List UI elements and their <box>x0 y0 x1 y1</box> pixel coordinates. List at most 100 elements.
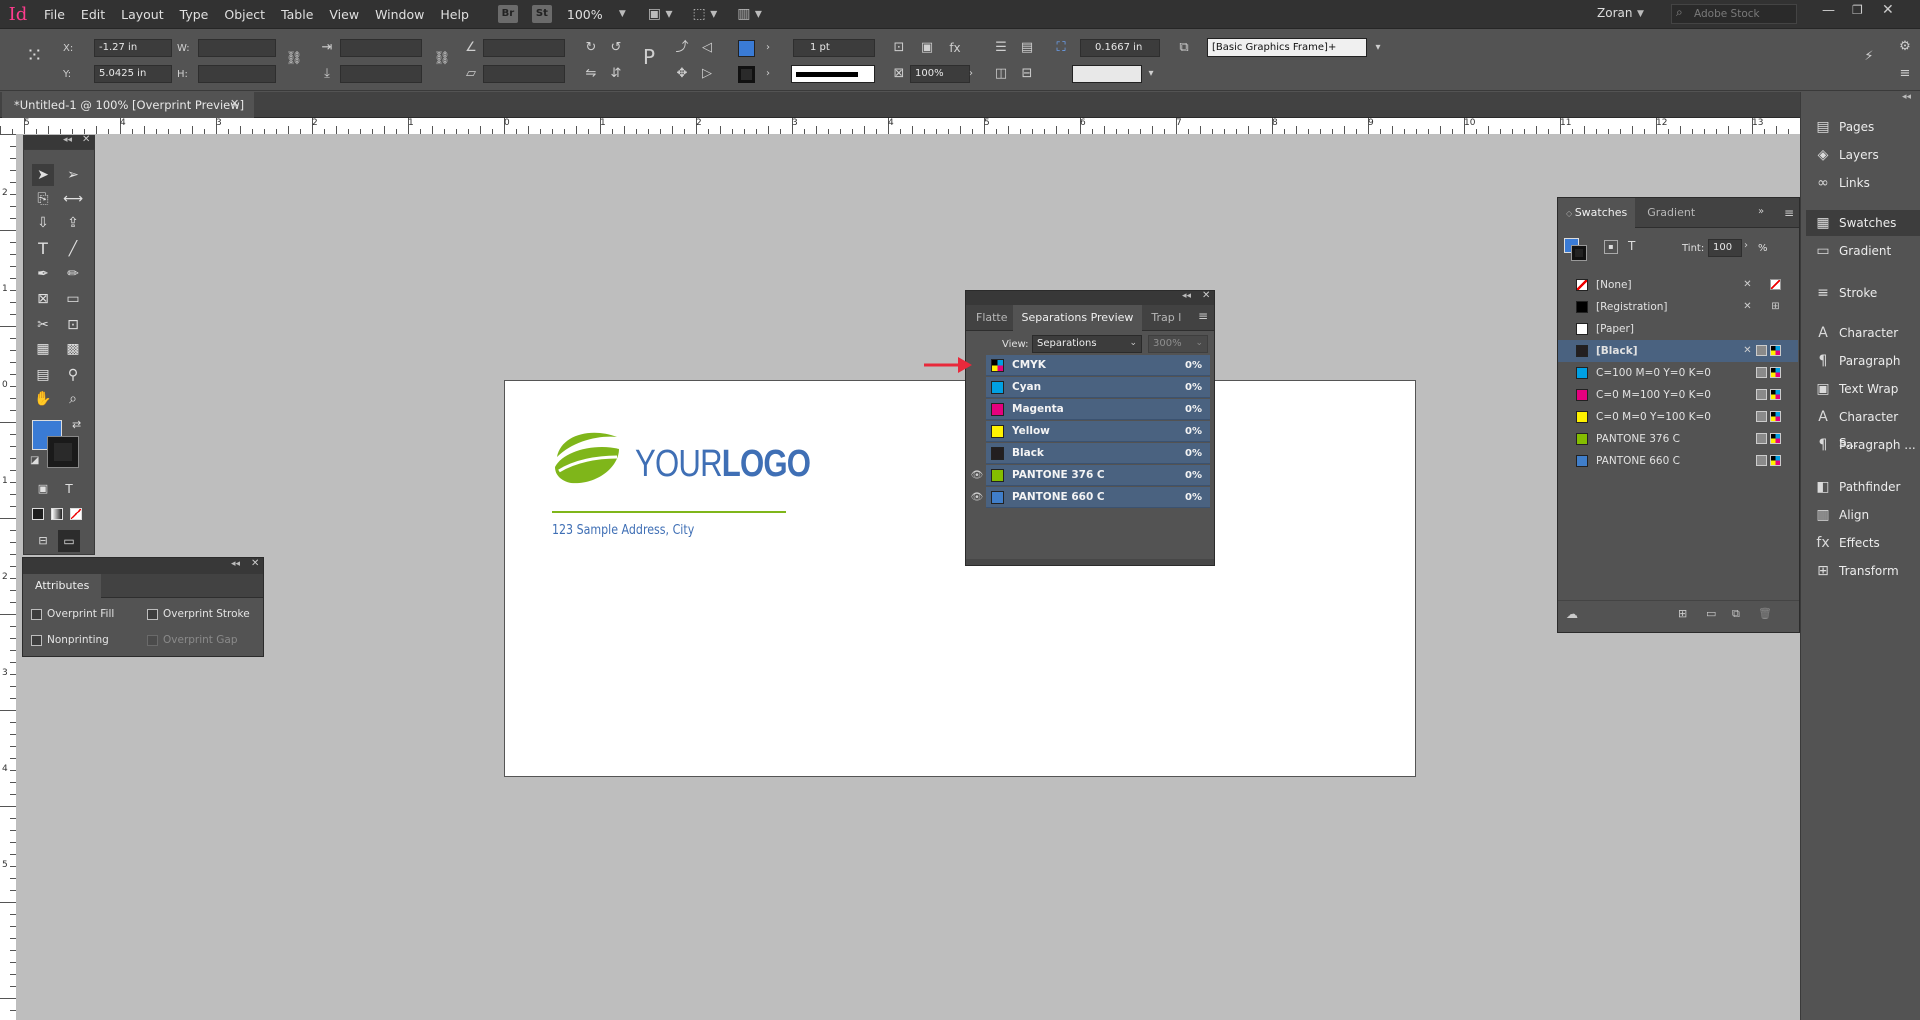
separations-preview-tab[interactable]: Separations Preview <box>1012 304 1143 331</box>
horizontal-ruler[interactable]: 5 4 3 2 1 0 1 2 3 4 5 6 7 8 9 10 11 12 13 <box>0 118 1800 134</box>
dock-pathfinder[interactable]: ◧ Pathfinder <box>1806 474 1920 500</box>
swatch-row[interactable]: [Paper] <box>1558 318 1798 340</box>
zoom-tool-icon[interactable]: ⌕ <box>62 388 84 410</box>
collapse-separations-icon[interactable]: ◂◂ <box>1182 291 1191 301</box>
swatch-row[interactable]: [None] ✕ <box>1558 274 1798 296</box>
dock-paragraph-styles[interactable]: ¶ Paragraph ... <box>1806 432 1920 458</box>
visibility-eye-icon[interactable] <box>970 399 984 420</box>
user-chevron-down-icon[interactable]: ▼ <box>1637 9 1644 19</box>
height-field[interactable] <box>198 65 276 83</box>
x-field[interactable]: -1.27 in <box>94 39 172 57</box>
type-tool-icon[interactable]: T <box>32 238 54 260</box>
restore-icon[interactable]: ❐ <box>1852 3 1863 17</box>
hand-tool-icon[interactable]: ✋ <box>32 388 54 410</box>
zoom-level[interactable]: 100% <box>559 0 619 29</box>
stroke-color-indicator[interactable] <box>47 436 79 468</box>
close-separations-icon[interactable]: ✕ <box>1202 290 1210 301</box>
dock-layers[interactable]: ◈ Layers <box>1806 142 1920 168</box>
document-tab[interactable]: *Untitled-1 @ 100% [Overprint Preview] <box>2 92 254 118</box>
new-color-group-icon[interactable]: ⊞ <box>1678 607 1687 620</box>
tint-chevron-icon[interactable]: › <box>1744 240 1748 251</box>
default-fill-stroke-icon[interactable]: ◪ <box>30 455 39 466</box>
document-page[interactable]: YOURLOGO 123 Sample Address, City <box>504 380 1416 777</box>
delete-swatch-icon[interactable]: 🗑 <box>1758 607 1772 620</box>
swatch-row[interactable]: [Black] ✕ <box>1558 340 1798 362</box>
select-next-icon[interactable]: ▷ <box>698 65 716 83</box>
panel-settings-icon[interactable]: ⚙ <box>1896 38 1914 56</box>
separation-row[interactable]: Magenta 0% <box>986 399 1210 420</box>
dock-pages[interactable]: ▤ Pages <box>1806 114 1920 140</box>
reference-point-icon[interactable]: ⁙ <box>26 41 54 69</box>
dock-character-styles[interactable]: A Character S... <box>1806 404 1920 450</box>
swatch-row[interactable]: [Registration] ✕ ⊞ <box>1558 296 1798 318</box>
formatting-text-icon[interactable]: T <box>58 478 80 500</box>
collapse-dock-icon[interactable]: ◂◂ <box>1902 92 1911 102</box>
close-toolbox-icon[interactable]: ✕ <box>82 134 90 145</box>
dock-stroke[interactable]: ≡ Stroke <box>1806 280 1920 306</box>
dock-gradient[interactable]: ▭ Gradient <box>1806 238 1920 264</box>
line-tool-icon[interactable]: ╱ <box>62 238 84 260</box>
direct-selection-tool-icon[interactable]: ➢ <box>62 164 84 186</box>
dock-links[interactable]: ∞ Links <box>1806 170 1920 196</box>
content-placer-icon[interactable]: ⇪ <box>62 212 84 234</box>
arrange-documents-icon[interactable]: ▥ ▾ <box>737 6 762 22</box>
free-transform-tool-icon[interactable]: ⊡ <box>62 314 84 336</box>
swatches-panel-menu-icon[interactable]: ≡ <box>1784 206 1794 220</box>
menu-file[interactable]: File <box>36 0 73 29</box>
rotation-field[interactable] <box>483 39 565 57</box>
stroke-chevron-icon[interactable]: › <box>759 65 777 83</box>
object-style-dropdown[interactable]: [Basic Graphics Frame]+ <box>1207 38 1367 57</box>
corner-options-icon[interactable]: ⛶ <box>1052 39 1070 57</box>
selection-tool-icon[interactable]: ➤ <box>32 164 54 186</box>
menu-view[interactable]: View <box>321 0 367 29</box>
menu-layout[interactable]: Layout <box>113 0 172 29</box>
constrain-proportions-icon[interactable]: ⛓ <box>285 50 303 68</box>
view-options-icon[interactable]: ⬚ ▾ <box>693 6 718 22</box>
adobe-stock-search-input[interactable]: Adobe Stock <box>1671 4 1797 24</box>
rotate-cw-icon[interactable]: ↻ <box>582 39 600 57</box>
scale-y-field[interactable] <box>340 65 422 83</box>
note-tool-icon[interactable]: ▤ <box>32 364 54 386</box>
close-window-icon[interactable]: ✕ <box>1882 2 1894 18</box>
menu-window[interactable]: Window <box>367 0 432 29</box>
rectangle-frame-tool-icon[interactable]: ⊠ <box>32 288 54 310</box>
formatting-container-icon[interactable]: ▣ <box>32 478 54 500</box>
dock-character[interactable]: A Character <box>1806 320 1920 346</box>
collapse-swatches-icon[interactable]: » <box>1758 206 1764 217</box>
swatch-row[interactable]: PANTONE 660 C <box>1558 450 1798 472</box>
menu-object[interactable]: Object <box>216 0 273 29</box>
gradient-swatch-tool-icon[interactable]: ▦ <box>32 338 54 360</box>
swatch-row[interactable]: PANTONE 376 C <box>1558 428 1798 450</box>
flip-horizontal-icon[interactable]: ⇋ <box>582 65 600 83</box>
gap-tool-icon[interactable]: ⟷ <box>62 188 84 210</box>
pencil-tool-icon[interactable]: ✏ <box>62 263 84 285</box>
wrap-shape-icon[interactable]: ◫ <box>992 65 1010 83</box>
visibility-eye-icon[interactable]: 👁 <box>970 465 984 486</box>
screen-mode-icon[interactable]: ▣ ▾ <box>648 6 673 22</box>
y-field[interactable]: 5.0425 in <box>94 65 172 83</box>
visibility-eye-icon[interactable] <box>970 377 984 398</box>
page-tool-icon[interactable]: ⎘ <box>32 188 54 210</box>
separation-row[interactable]: Cyan 0% <box>986 377 1210 398</box>
new-swatch-icon[interactable]: ⧉ <box>1732 607 1740 621</box>
quick-apply-icon[interactable]: ⚡ <box>1860 48 1878 66</box>
wrap-jump-icon[interactable]: ⊟ <box>1018 65 1036 83</box>
separations-panel-menu-icon[interactable]: ≡ <box>1198 309 1208 323</box>
overprint-fill-checkbox[interactable] <box>31 609 42 620</box>
fill-swatch[interactable] <box>738 40 755 57</box>
eyedropper-tool-icon[interactable]: ⚲ <box>62 364 84 386</box>
width-field[interactable] <box>198 39 276 57</box>
scissors-tool-icon[interactable]: ✂ <box>32 314 54 336</box>
wrap-none-icon[interactable]: ☰ <box>992 39 1010 57</box>
new-folder-icon[interactable]: ▭ <box>1706 607 1716 620</box>
close-attributes-icon[interactable]: ✕ <box>251 558 259 569</box>
select-container-icon[interactable]: ⤴ <box>673 39 691 57</box>
gradient-tab[interactable]: Gradient <box>1635 201 1707 225</box>
dock-paragraph[interactable]: ¶ Paragraph <box>1806 348 1920 374</box>
dock-text-wrap[interactable]: ▣ Text Wrap <box>1806 376 1920 402</box>
swatch-row[interactable]: C=0 M=0 Y=100 K=0 <box>1558 406 1798 428</box>
visibility-eye-icon[interactable] <box>970 443 984 464</box>
separation-row[interactable]: CMYK 0% <box>986 355 1210 376</box>
select-content-icon[interactable]: ✥ <box>673 65 691 83</box>
formatting-container-icon[interactable]: ▪ <box>1604 240 1618 254</box>
